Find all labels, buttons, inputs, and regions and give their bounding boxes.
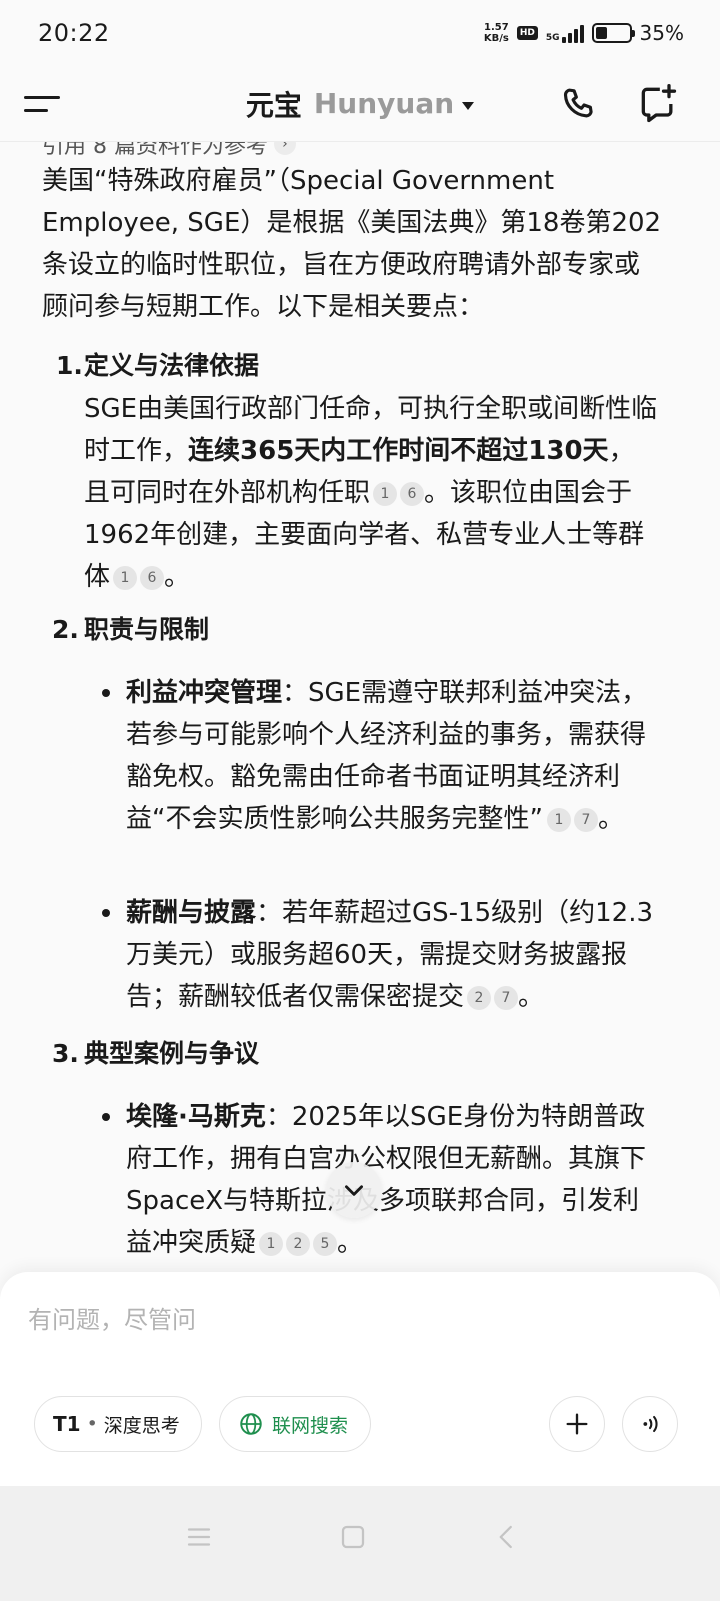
bullet-dot <box>102 1113 110 1121</box>
section-heading-3: 3. 典型案例与争议 <box>52 1034 259 1074</box>
status-bar: 20:22 1.57 KB/s HD 5G 35% <box>0 0 720 66</box>
status-indicators: 1.57 KB/s HD 5G 35% <box>484 21 684 45</box>
section-title: 定义与法律依据 <box>84 351 260 380</box>
paragraph-text: 。 <box>164 562 191 592</box>
voice-wave-icon <box>643 1415 658 1433</box>
home-button[interactable] <box>338 1522 368 1556</box>
section-title: 职责与限制 <box>84 615 210 644</box>
recent-apps-button[interactable] <box>184 1522 214 1556</box>
phone-icon <box>563 88 593 118</box>
citation-badge[interactable]: 1 <box>113 566 138 590</box>
web-search-label: 联网搜索 <box>272 1414 349 1437</box>
deep-think-label: 深度思考 <box>103 1414 180 1437</box>
menu-icon-line <box>24 96 60 99</box>
bullet-text: 。 <box>597 804 624 834</box>
back-chevron-icon <box>499 1525 512 1549</box>
menu-icon-line <box>24 109 48 112</box>
signal-type: 5G <box>545 33 560 43</box>
citation-badge[interactable]: 6 <box>400 482 425 506</box>
status-time: 20:22 <box>38 19 110 47</box>
hd-icon: HD <box>516 26 538 40</box>
network-speed-value: 1.57 <box>484 22 509 33</box>
app-header: 元宝 Hunyuan <box>0 66 720 142</box>
bullet-musk-case: 埃隆·马斯克：2025年以SGE身份为特朗普政府工作，拥有白宫办公权限但无薪酬。… <box>126 1096 660 1264</box>
section-number: 3. <box>52 1039 79 1068</box>
citation-label: 引用 8 篇资料作为参考 <box>42 142 268 159</box>
bullet-compensation-disclosure: 薪酬与披露：若年薪超过GS-15级别（约12.3万美元）或服务超60天，需提交财… <box>126 892 660 1018</box>
section-heading-2: 2. 职责与限制 <box>52 610 209 650</box>
deep-think-toggle[interactable]: T1 • 深度思考 <box>34 1396 202 1452</box>
cell-signal-icon: 5G <box>546 23 584 43</box>
square-icon <box>341 1525 365 1549</box>
citation-badge[interactable]: 6 <box>140 566 165 590</box>
scroll-to-bottom-button[interactable] <box>326 1162 382 1218</box>
section-1-paragraph: SGE由美国行政部门任命，可执行全职或间断性临时工作，连续365天内工作时间不超… <box>84 388 659 598</box>
battery-level <box>595 27 607 39</box>
screen: 20:22 1.57 KB/s HD 5G 35% 元宝 Hunyuan 引用 … <box>0 0 720 1601</box>
network-speed-unit: KB/s <box>483 33 509 44</box>
web-search-toggle[interactable]: 联网搜索 <box>219 1396 371 1452</box>
new-chat-button[interactable] <box>636 82 680 126</box>
citation-badge[interactable]: 7 <box>573 808 598 832</box>
deep-think-separator: • <box>86 1413 98 1435</box>
new-chat-icon <box>641 84 677 123</box>
bullet-text: 。 <box>518 982 545 1012</box>
globe-icon <box>240 1413 262 1435</box>
battery-icon <box>591 23 635 43</box>
menu-lines-icon <box>187 1528 211 1546</box>
citation-badge[interactable]: 7 <box>494 986 519 1010</box>
bullet-dot <box>102 689 110 697</box>
battery-percent: 35% <box>639 21 684 45</box>
chevron-down-icon <box>345 1185 363 1196</box>
citation-badge[interactable]: 1 <box>259 1232 284 1256</box>
paragraph-bold-text: 连续365天内工作时间不超过130天 <box>188 436 609 466</box>
section-title: 典型案例与争议 <box>84 1039 260 1068</box>
section-number: 1. <box>56 351 83 380</box>
menu-button[interactable] <box>24 86 62 122</box>
attach-button[interactable] <box>549 1396 605 1452</box>
caret-down-icon <box>462 101 475 110</box>
bullet-term: 利益冲突管理 <box>126 678 283 708</box>
back-button[interactable] <box>492 1522 522 1556</box>
chat-content[interactable]: 引用 8 篇资料作为参考 › 美国“特殊政府雇员”（Special Govern… <box>0 142 720 1272</box>
app-title: 元宝 <box>245 88 302 122</box>
deep-think-model: T1 <box>53 1412 81 1436</box>
bullet-conflict-of-interest: 利益冲突管理：SGE需遵守联邦利益冲突法，若参与可能影响个人经济利益的事务，需获… <box>126 672 654 840</box>
citation-badge[interactable]: 2 <box>467 986 492 1010</box>
section-heading-1: 1.定义与法律依据 <box>56 346 259 386</box>
bullet-text: 。 <box>337 1228 364 1258</box>
system-nav-bar <box>0 1486 720 1601</box>
bullet-term: 薪酬与披露 <box>126 898 257 928</box>
citation-badge[interactable]: 1 <box>546 808 571 832</box>
bullet-dot <box>102 909 110 917</box>
chat-input[interactable] <box>28 1300 628 1340</box>
phone-call-button[interactable] <box>558 84 600 126</box>
citation-badge[interactable]: 1 <box>373 482 398 506</box>
model-selector[interactable]: 元宝 Hunyuan <box>245 84 475 124</box>
input-panel: T1 • 深度思考 联网搜索 <box>0 1272 720 1486</box>
plus-icon <box>566 1413 588 1435</box>
section-number: 2. <box>52 615 79 644</box>
network-speed: 1.57 KB/s <box>484 22 509 44</box>
intro-paragraph: 美国“特殊政府雇员”（Special Government Employee, … <box>42 166 662 322</box>
model-name: Hunyuan <box>313 87 455 120</box>
chevron-right-icon: › <box>273 142 296 155</box>
citation-badge[interactable]: 5 <box>313 1232 338 1256</box>
citation-sources-link[interactable]: 引用 8 篇资料作为参考 › <box>42 142 296 160</box>
bullet-term: 埃隆·马斯克 <box>126 1102 266 1132</box>
voice-input-button[interactable] <box>622 1396 678 1452</box>
citation-badge[interactable]: 2 <box>286 1232 311 1256</box>
